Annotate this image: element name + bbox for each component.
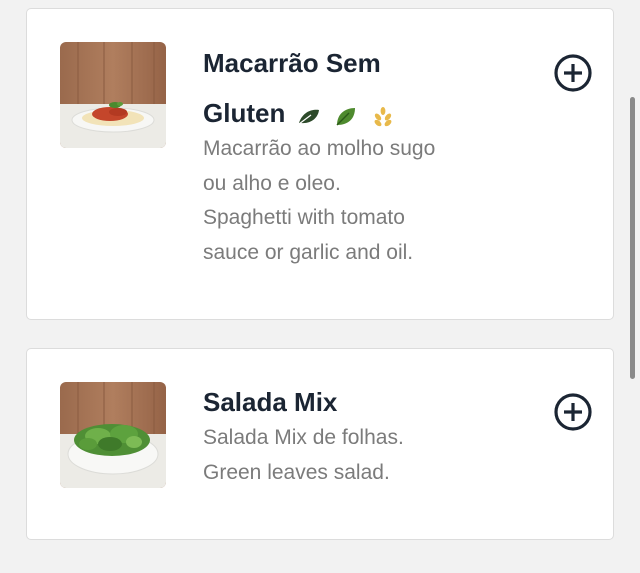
description-line: ou alho e oleo. (203, 171, 341, 195)
salad-photo[interactable] (60, 382, 166, 488)
description-line: sauce or garlic and oil. (203, 240, 414, 264)
leaf-dark-icon (298, 109, 319, 125)
add-to-cart-button[interactable] (553, 53, 593, 93)
plus-circle-icon (554, 393, 592, 431)
item-title: Macarrão Sem Gluten (203, 38, 513, 140)
pasta-photo[interactable] (60, 42, 166, 148)
menu-item-card[interactable]: Salada Mix Salada Mix de folhas. Green l… (26, 348, 614, 540)
add-to-cart-button[interactable] (553, 392, 593, 432)
wheat-icon (374, 107, 392, 127)
description-line: Spaghetti with tomato (203, 206, 405, 229)
plus-circle-icon (554, 54, 592, 92)
leaf-green-icon (336, 108, 355, 126)
scrollbar[interactable] (630, 97, 635, 379)
description-line: Green leaves salad. (203, 460, 390, 484)
description-line: Salada Mix de folhas. (203, 426, 404, 449)
item-title: Salada Mix (203, 387, 338, 417)
item-title-gluten: Gluten (203, 98, 286, 128)
item-title-line1: Macarrão Sem (203, 48, 381, 78)
menu-item-card[interactable]: Macarrão Sem Gluten Macarrão ao molho su… (26, 8, 614, 320)
description-line: Macarrão ao molho sugo (203, 137, 436, 160)
item-description: Macarrão ao molho sugo ou alho e oleo. S… (203, 132, 493, 270)
item-description: Salada Mix de folhas. Green leaves salad… (203, 421, 493, 490)
